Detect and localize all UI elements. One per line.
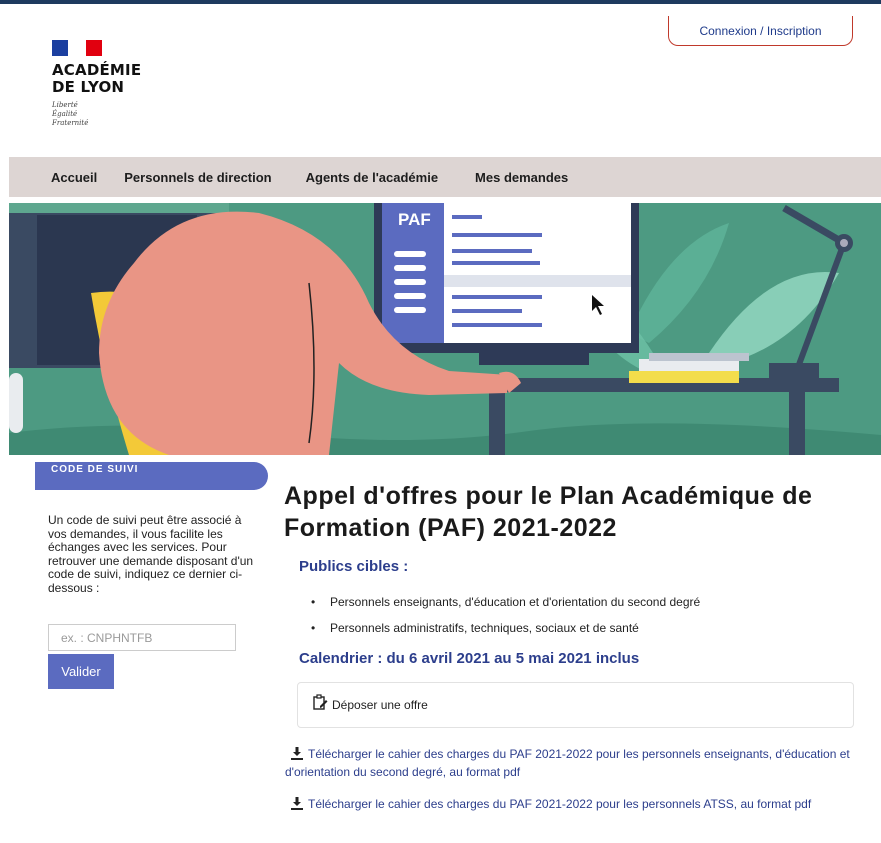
login-button[interactable]: Connexion / Inscription (668, 16, 853, 46)
logo-name-line2: DE LYON (52, 78, 125, 96)
validate-button[interactable]: Valider (48, 654, 114, 689)
submit-offer-label: Déposer une offre (332, 698, 428, 712)
download-icon (291, 797, 303, 810)
tracking-description: Un code de suivi peut être associé à vos… (48, 513, 254, 595)
clipboard-edit-icon (313, 694, 328, 710)
list-item: Personnels enseignants, d'éducation et d… (304, 589, 700, 615)
republic-motto: Liberté Égalité Fraternité (52, 101, 141, 128)
nav-item-accueil[interactable]: Accueil (51, 170, 97, 185)
site-header: ACADÉMIE DE LYON Liberté Égalité Fratern… (0, 4, 881, 155)
monitor-paf-label: PAF (398, 210, 431, 229)
nav-item-personnels-direction[interactable]: Personnels de direction (124, 170, 271, 185)
submit-offer-link[interactable]: Déposer une offre (297, 682, 854, 728)
french-flag-icon (52, 40, 102, 56)
page-title: Appel d'offres pour le Plan Académique d… (284, 482, 813, 542)
nav-item-agents[interactable]: Agents de l'académie (306, 170, 438, 185)
download-link-text: Télécharger le cahier des charges du PAF… (285, 747, 850, 779)
download-icon (291, 747, 303, 760)
logo-name: ACADÉMIE DE LYON (52, 62, 141, 96)
calendar-heading: Calendrier : du 6 avril 2021 au 5 mai 20… (299, 650, 640, 667)
nav-item-mes-demandes[interactable]: Mes demandes (475, 170, 568, 185)
list-item: Personnels administratifs, techniques, s… (304, 615, 700, 641)
publics-list: Personnels enseignants, d'éducation et d… (304, 589, 700, 641)
tracking-code-input[interactable] (48, 624, 236, 651)
hero-banner: PAF (9, 203, 881, 455)
download-link-text: Télécharger le cahier des charges du PAF… (308, 797, 812, 811)
download-link-enseignants[interactable]: Télécharger le cahier des charges du PAF… (285, 745, 860, 781)
academie-logo[interactable]: ACADÉMIE DE LYON Liberté Égalité Fratern… (52, 40, 141, 128)
download-link-atss[interactable]: Télécharger le cahier des charges du PAF… (285, 795, 860, 813)
code-de-suivi-tab: CODE DE SUIVI (35, 462, 268, 490)
motto-liberte: Liberté (52, 101, 78, 109)
publics-heading: Publics cibles : (299, 558, 409, 575)
motto-egalite: Égalité (52, 110, 78, 118)
logo-name-line1: ACADÉMIE (52, 61, 142, 79)
motto-fraternite: Fraternité (52, 119, 89, 127)
banner-illustration: PAF (9, 203, 881, 455)
main-nav: Accueil Personnels de direction Agents d… (9, 157, 881, 197)
